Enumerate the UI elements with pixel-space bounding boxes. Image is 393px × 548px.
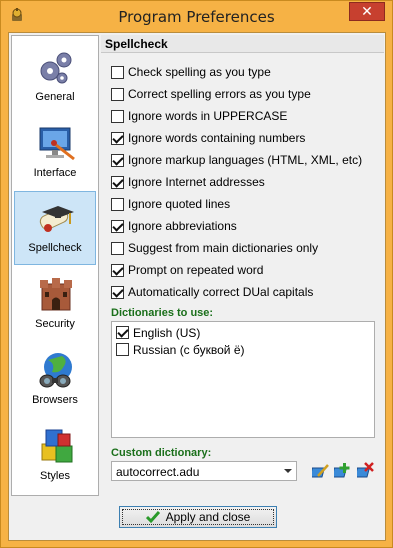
option-ignore-markup[interactable]: Ignore markup languages (HTML, XML, etc) <box>111 151 362 169</box>
option-label: Correct spelling errors as you type <box>128 87 311 101</box>
checkbox[interactable] <box>111 131 124 145</box>
option-label: Ignore markup languages (HTML, XML, etc) <box>128 153 363 167</box>
dictionary-item-english[interactable]: English (US) <box>116 324 200 341</box>
spellcheck-panel: Spellcheck Check spelling as you type Co… <box>101 35 384 496</box>
checkbox[interactable] <box>111 153 124 167</box>
option-label: Ignore quoted lines <box>128 197 231 211</box>
option-correct-dual-capitals[interactable]: Automatically correct DUal capitals <box>111 283 313 301</box>
nav-item-spellcheck[interactable]: Spellcheck <box>14 191 96 265</box>
dialog-footer: Apply and close <box>11 499 384 539</box>
paint-monitor-icon <box>39 127 75 161</box>
checkbox[interactable] <box>111 175 124 189</box>
checkbox[interactable] <box>116 326 129 339</box>
checkbox[interactable] <box>111 263 124 277</box>
option-check-spelling-as-you-type[interactable]: Check spelling as you type <box>111 63 271 81</box>
title-bar[interactable]: Program Preferences ✕ <box>1 1 392 32</box>
checkbox[interactable] <box>111 219 124 233</box>
dictionaries-list[interactable]: English (US) Russian (с буквой ё) <box>111 321 375 438</box>
option-prompt-repeated-word[interactable]: Prompt on repeated word <box>111 261 263 279</box>
custom-dictionary-value: autocorrect.adu <box>116 465 200 479</box>
dictionary-item-russian[interactable]: Russian (с буквой ё) <box>116 341 245 358</box>
cubes-icon <box>41 429 73 463</box>
nav-item-browsers[interactable]: Browsers <box>14 343 96 417</box>
close-button[interactable]: ✕ <box>349 2 385 21</box>
nav-item-general[interactable]: General <box>14 40 96 114</box>
checkmark-icon <box>145 511 160 524</box>
option-ignore-quoted-lines[interactable]: Ignore quoted lines <box>111 195 230 213</box>
checkbox[interactable] <box>111 197 124 211</box>
checkbox[interactable] <box>111 65 124 79</box>
chevron-down-icon[interactable] <box>280 462 296 480</box>
option-label: Ignore abbreviations <box>128 219 237 233</box>
checkbox[interactable] <box>116 343 129 356</box>
option-ignore-abbreviations[interactable]: Ignore abbreviations <box>111 217 237 235</box>
window-title: Program Preferences <box>118 8 275 26</box>
nav-label-styles: Styles <box>40 470 70 482</box>
checkbox[interactable] <box>111 285 124 299</box>
nav-item-styles[interactable]: Styles <box>14 419 96 493</box>
option-label: Check spelling as you type <box>128 65 271 79</box>
dialog-client-area: General Interface Spellcheck Security Br… <box>8 32 386 541</box>
custom-dictionary-select[interactable]: autocorrect.adu <box>111 461 297 481</box>
checkbox[interactable] <box>111 87 124 101</box>
option-suggest-main-dictionaries[interactable]: Suggest from main dictionaries only <box>111 239 318 257</box>
castle-icon <box>40 278 72 311</box>
option-label: Ignore words in UPPERCASE <box>128 109 288 123</box>
dictionary-label: English (US) <box>133 325 201 340</box>
nav-label-general: General <box>35 91 75 103</box>
option-ignore-words-with-numbers[interactable]: Ignore words containing numbers <box>111 129 305 147</box>
option-ignore-uppercase[interactable]: Ignore words in UPPERCASE <box>111 107 287 125</box>
option-label: Ignore Internet addresses <box>128 175 265 189</box>
dictionaries-label: Dictionaries to use: <box>111 307 214 319</box>
nav-label-browsers: Browsers <box>32 394 78 406</box>
checkbox[interactable] <box>111 109 124 123</box>
option-label: Suggest from main dictionaries only <box>128 241 319 255</box>
add-dictionary-icon[interactable] <box>334 462 352 480</box>
option-label: Ignore words containing numbers <box>128 131 306 145</box>
option-ignore-internet-addresses[interactable]: Ignore Internet addresses <box>111 173 265 191</box>
nav-item-security[interactable]: Security <box>14 267 96 341</box>
nav-label-spellcheck: Spellcheck <box>28 242 82 254</box>
preferences-window: Program Preferences ✕ General Interface … <box>0 0 393 548</box>
checkbox[interactable] <box>111 241 124 255</box>
diploma-icon <box>39 206 74 232</box>
nav-label-security: Security <box>35 318 75 330</box>
globe-binoculars-icon <box>39 353 72 388</box>
panel-title: Spellcheck <box>101 35 384 53</box>
gears-icon <box>40 52 72 84</box>
edit-dictionary-icon[interactable] <box>312 462 330 480</box>
option-label: Automatically correct DUal capitals <box>128 285 314 299</box>
category-nav: General Interface Spellcheck Security Br… <box>11 35 99 496</box>
custom-dictionary-label: Custom dictionary: <box>111 447 212 459</box>
apply-and-close-button[interactable]: Apply and close <box>119 506 277 528</box>
delete-dictionary-icon[interactable] <box>357 462 375 480</box>
dictionary-label: Russian (с буквой ё) <box>133 342 245 357</box>
nav-item-interface[interactable]: Interface <box>14 116 96 190</box>
nav-label-interface: Interface <box>33 167 77 179</box>
option-correct-spelling-errors[interactable]: Correct spelling errors as you type <box>111 85 311 103</box>
option-label: Prompt on repeated word <box>128 263 264 277</box>
apply-and-close-label: Apply and close <box>165 510 251 524</box>
